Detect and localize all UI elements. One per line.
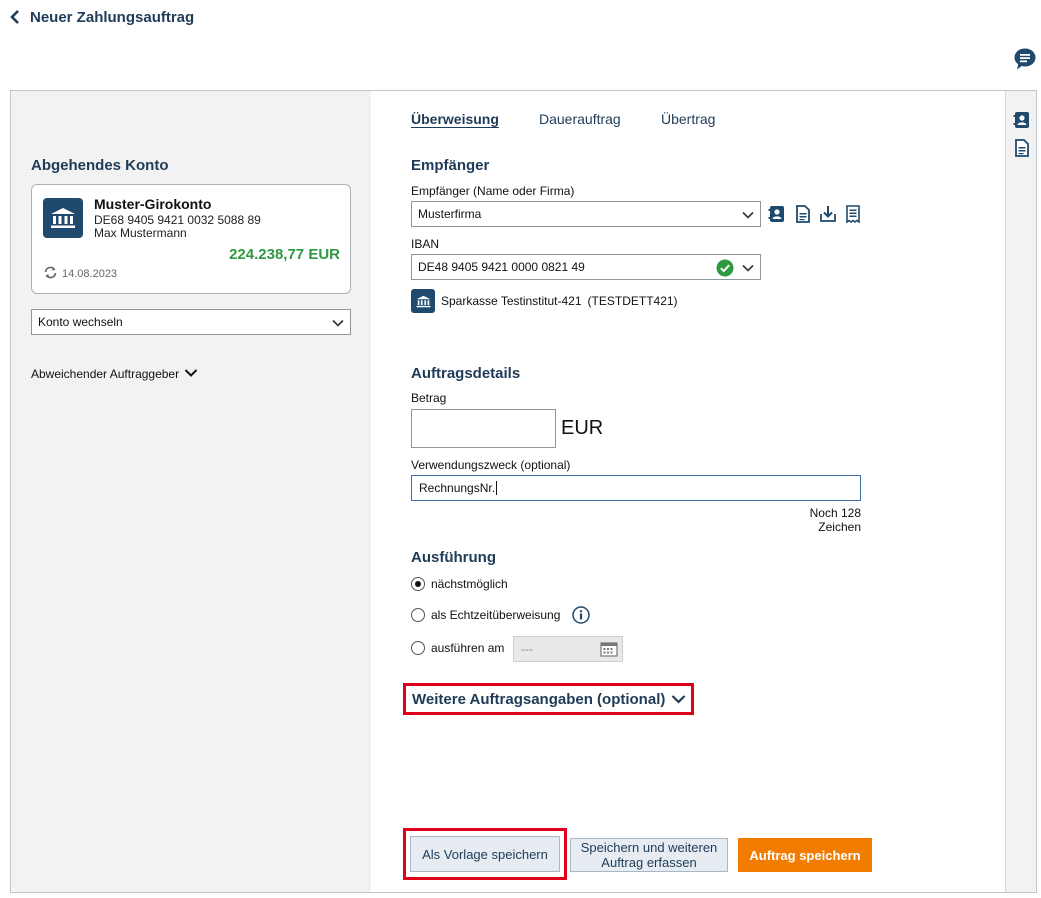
text-cursor xyxy=(496,481,498,495)
more-details-label: Weitere Auftragsangaben (optional) xyxy=(412,690,666,708)
calendar-icon[interactable] xyxy=(600,641,618,657)
execution-date-input[interactable]: --- xyxy=(513,636,623,662)
bank-building-icon xyxy=(43,198,83,238)
execution-option-label: nächstmöglich xyxy=(431,577,508,591)
recipient-bank: Sparkasse Testinstitut-421 (TESTDETT421) xyxy=(411,289,678,313)
execution-option-date[interactable]: ausführen am xyxy=(411,641,504,655)
iban-value: DE48 9405 9421 0000 0821 49 xyxy=(418,260,585,274)
receipt-icon[interactable] xyxy=(844,205,862,224)
chevron-down-icon[interactable] xyxy=(742,262,754,272)
account-name: Muster-Girokonto xyxy=(94,196,212,212)
execution-option-label: als Echtzeitüberweisung xyxy=(431,608,561,622)
execution-heading: Ausführung xyxy=(411,549,496,566)
execution-option-instant[interactable]: als Echtzeitüberweisung xyxy=(411,606,591,624)
iban-input[interactable]: DE48 9405 9421 0000 0821 49 xyxy=(411,254,761,280)
payment-form-frame: Abgehendes Konto Muster-Girokonto DE68 9… xyxy=(10,90,1037,893)
tab-internal-transfer[interactable]: Übertrag xyxy=(661,111,715,127)
download-icon[interactable] xyxy=(819,205,837,223)
info-icon[interactable] xyxy=(572,606,591,624)
main-panel: Überweisung Dauerauftrag Übertrag Empfän… xyxy=(371,91,1005,892)
contact-book-icon[interactable] xyxy=(768,205,786,223)
account-iban: DE68 9405 9421 0032 5088 89 xyxy=(94,213,261,227)
order-details-heading: Auftragsdetails xyxy=(411,365,521,382)
chevron-down-icon xyxy=(332,317,344,327)
switch-account-select[interactable]: Konto wechseln xyxy=(31,309,351,335)
refresh-icon[interactable] xyxy=(43,266,58,282)
chevron-down-icon xyxy=(184,367,198,381)
document-icon[interactable] xyxy=(794,205,812,223)
outgoing-account-heading: Abgehendes Konto xyxy=(31,157,169,174)
different-payer-toggle[interactable]: Abweichender Auftraggeber xyxy=(31,367,198,381)
page-title: Neuer Zahlungsauftrag xyxy=(30,8,195,26)
right-rail xyxy=(1005,91,1036,892)
radio-instant[interactable] xyxy=(411,608,425,622)
switch-account-label: Konto wechseln xyxy=(38,315,123,329)
account-owner: Max Mustermann xyxy=(94,226,187,240)
contact-book-icon[interactable] xyxy=(1013,111,1031,129)
purpose-input[interactable]: RechnungsNr. xyxy=(411,475,861,501)
radio-date[interactable] xyxy=(411,641,425,655)
date-placeholder: --- xyxy=(521,642,533,656)
iban-label: IBAN xyxy=(411,237,440,251)
currency-label: EUR xyxy=(561,417,604,439)
recipient-name-value: Musterfirma xyxy=(418,207,482,221)
tab-standing-order[interactable]: Dauerauftrag xyxy=(539,111,621,127)
purpose-value: RechnungsNr. xyxy=(419,481,496,495)
bank-building-icon xyxy=(411,289,435,313)
save-and-new-button[interactable]: Speichern und weiteren Auftrag erfassen xyxy=(570,838,728,872)
check-circle-icon xyxy=(716,259,734,277)
execution-option-label: ausführen am xyxy=(431,641,505,655)
amount-input[interactable] xyxy=(411,409,556,448)
recipient-name-label: Empfänger (Name oder Firma) xyxy=(411,184,575,198)
save-template-button[interactable]: Als Vorlage speichern xyxy=(410,836,560,872)
amount-label: Betrag xyxy=(411,391,447,405)
more-details-toggle[interactable]: Weitere Auftragsangaben (optional) xyxy=(403,683,694,715)
remaining-characters: Noch 128 Zeichen xyxy=(809,506,861,534)
account-card: Muster-Girokonto DE68 9405 9421 0032 508… xyxy=(31,184,351,294)
tab-transfer[interactable]: Überweisung xyxy=(411,111,499,127)
save-order-button[interactable]: Auftrag speichern xyxy=(738,838,872,872)
back-link[interactable]: Neuer Zahlungsauftrag xyxy=(10,6,194,28)
purpose-label: Verwendungszweck (optional) xyxy=(411,458,571,472)
execution-option-asap[interactable]: nächstmöglich xyxy=(411,577,508,591)
bank-name: Sparkasse Testinstitut-421 xyxy=(441,294,582,308)
chevron-down-icon xyxy=(671,691,686,708)
recipient-name-input[interactable]: Musterfirma xyxy=(411,201,761,227)
radio-asap[interactable] xyxy=(411,577,425,591)
chevron-left-icon xyxy=(10,9,22,25)
recipient-heading: Empfänger xyxy=(411,157,490,174)
balance-date: 14.08.2023 xyxy=(62,268,118,280)
balance-sync: 14.08.2023 xyxy=(43,266,117,282)
different-payer-label: Abweichender Auftraggeber xyxy=(31,367,180,381)
document-icon[interactable] xyxy=(1013,139,1031,157)
bank-bic: (TESTDETT421) xyxy=(587,294,678,308)
chat-bubble-icon[interactable] xyxy=(1013,47,1037,71)
account-balance: 224.238,77 EUR xyxy=(229,246,340,263)
chevron-down-icon[interactable] xyxy=(742,209,754,219)
